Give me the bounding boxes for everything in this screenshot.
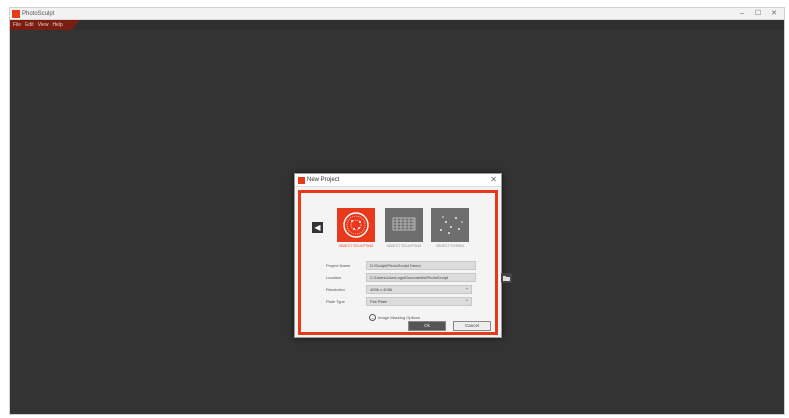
tile-label: OBJECT POSING <box>435 244 465 248</box>
back-button[interactable]: ◀ <box>312 222 323 233</box>
grid-pattern-icon <box>385 208 423 242</box>
tile-label: OBJECT SCULPTING <box>338 244 374 248</box>
folder-icon <box>503 276 510 281</box>
project-name-input[interactable]: D:\Sculpt\PhotoSculpt Demo <box>366 261 476 270</box>
resolution-label: Resolution <box>326 287 345 292</box>
tile-label: OBJECT SCULPTING <box>386 244 422 248</box>
project-name-row: Project Name D:\Sculpt\PhotoSculpt Demo <box>326 261 476 271</box>
close-button[interactable]: ✕ <box>766 8 782 20</box>
location-label: Location <box>326 275 342 280</box>
arrow-left-icon: ◀ <box>314 223 321 232</box>
menu-file[interactable]: File <box>13 20 21 30</box>
dialog-body: ◀ OBJECT SCULPTING OBJECT SCULPTING OBJE… <box>298 190 512 335</box>
app-title: PhotoSculpt <box>22 11 55 17</box>
menu-help[interactable]: Help <box>52 20 62 30</box>
location-row: Location C:\Users\UserLogo\Documents\Pho… <box>326 273 512 283</box>
menu-view[interactable]: View <box>38 20 49 30</box>
chevron-down-icon: ⌄ <box>369 313 376 321</box>
dialog-logo-icon <box>298 177 305 184</box>
project-type-tile-texture[interactable]: OBJECT SCULPTING <box>385 208 423 252</box>
maximize-button[interactable]: ☐ <box>750 8 766 20</box>
project-type-tile-posing[interactable]: OBJECT POSING <box>431 208 469 252</box>
project-type-tile-sculpting[interactable]: OBJECT SCULPTING <box>337 208 375 252</box>
location-input[interactable]: C:\Users\UserLogo\Documents\PhotoSculpt <box>366 273 476 282</box>
menu-bar: File Edit View Help <box>10 20 80 30</box>
minimize-button[interactable]: – <box>734 8 750 20</box>
window-controls: – ☐ ✕ <box>734 8 782 20</box>
resolution-row: Resolution 4096 x 4096 <box>326 285 476 295</box>
ok-button[interactable]: Ok <box>408 321 446 331</box>
plate-type-label: Plate Type <box>326 299 345 304</box>
dialog-title: New Project <box>307 177 340 183</box>
plate-type-row: Plate Type Flat Plate <box>326 297 476 307</box>
sphere-pattern-icon <box>337 208 375 242</box>
scatter-points-icon <box>431 208 469 242</box>
new-project-dialog: New Project ✕ ◀ OBJECT SCULPTING OBJECT … <box>294 173 512 338</box>
resolution-select[interactable]: 4096 x 4096 <box>366 285 472 294</box>
title-bar: PhotoSculpt – ☐ ✕ <box>10 8 784 20</box>
advanced-options-toggle[interactable]: ⌄ Image Masking Options <box>369 313 420 321</box>
advanced-options-label: Image Masking Options <box>378 314 421 320</box>
dialog-title-bar: New Project ✕ <box>295 174 501 187</box>
browse-folder-button[interactable] <box>501 273 512 283</box>
cancel-button[interactable]: Cancel <box>453 321 491 331</box>
plate-type-select[interactable]: Flat Plate <box>366 297 472 306</box>
project-name-label: Project Name <box>326 263 351 268</box>
dialog-close-button[interactable]: ✕ <box>490 175 497 185</box>
menu-edit[interactable]: Edit <box>25 20 34 30</box>
app-logo-icon <box>12 10 20 18</box>
